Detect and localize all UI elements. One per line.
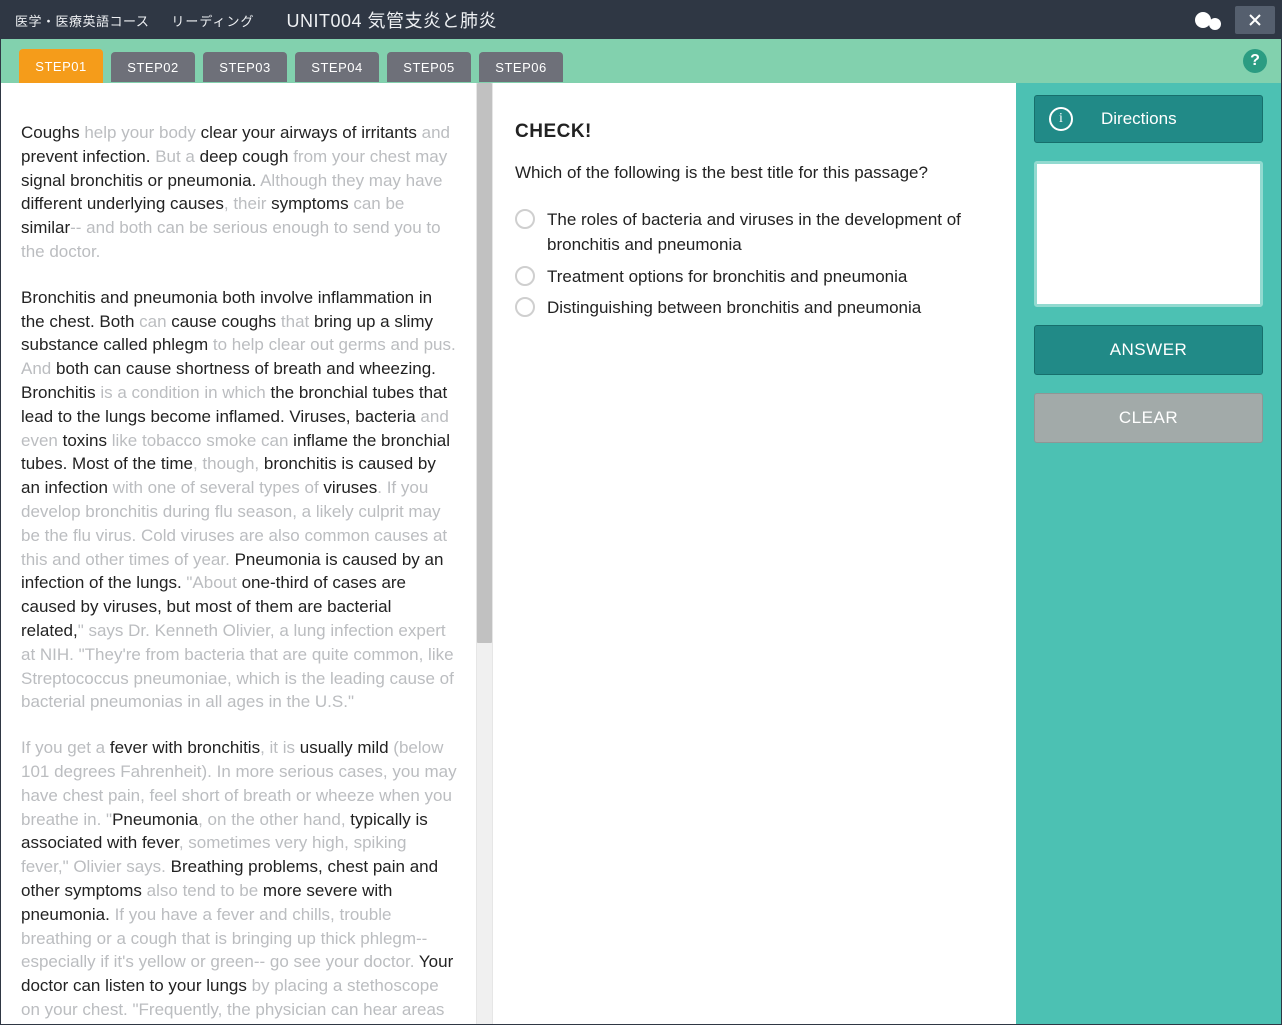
breadcrumb-section: リーディング <box>171 11 254 30</box>
option-1[interactable]: The roles of bacteria and viruses in the… <box>515 207 986 258</box>
tab-step06[interactable]: STEP06 <box>479 52 563 82</box>
tab-step03[interactable]: STEP03 <box>203 52 287 82</box>
option-3[interactable]: Distinguishing between bronchitis and pn… <box>515 295 986 321</box>
option-label: The roles of bacteria and viruses in the… <box>547 207 986 258</box>
radio-icon <box>515 297 535 317</box>
check-heading: CHECK! <box>515 121 986 143</box>
tab-step05[interactable]: STEP05 <box>387 52 471 82</box>
option-label: Distinguishing between bronchitis and pn… <box>547 295 921 321</box>
options-list: The roles of bacteria and viruses in the… <box>515 207 986 321</box>
passage-scrollbar[interactable] <box>476 83 493 1024</box>
page-title: UNIT004 気管支炎と肺炎 <box>286 7 497 33</box>
directions-button[interactable]: i Directions <box>1034 95 1263 143</box>
app-logo-icon <box>1195 7 1221 33</box>
answer-button[interactable]: ANSWER <box>1034 325 1263 375</box>
tab-step02[interactable]: STEP02 <box>111 52 195 82</box>
breadcrumb-course: 医学・医療英語コース <box>15 11 149 30</box>
clear-button[interactable]: CLEAR <box>1034 393 1263 443</box>
option-2[interactable]: Treatment options for bronchitis and pne… <box>515 264 986 290</box>
answer-display-box <box>1034 161 1263 307</box>
passage-panel: Coughs help your body clear your airways… <box>1 83 493 1024</box>
title-bar: 医学・医療英語コース リーディング UNIT004 気管支炎と肺炎 <box>1 1 1281 39</box>
tab-step04[interactable]: STEP04 <box>295 52 379 82</box>
passage-text: Coughs help your body clear your airways… <box>1 83 476 1024</box>
close-icon <box>1249 14 1261 26</box>
radio-icon <box>515 266 535 286</box>
step-tab-bar: STEP01 STEP02 STEP03 STEP04 STEP05 STEP0… <box>1 39 1281 83</box>
option-label: Treatment options for bronchitis and pne… <box>547 264 907 290</box>
directions-label: Directions <box>1101 109 1177 129</box>
radio-icon <box>515 209 535 229</box>
help-button[interactable]: ? <box>1243 49 1267 73</box>
tab-step01[interactable]: STEP01 <box>19 49 103 83</box>
question-panel: CHECK! Which of the following is the bes… <box>493 83 1016 1024</box>
close-button[interactable] <box>1235 6 1275 34</box>
scroll-thumb[interactable] <box>477 83 492 643</box>
question-prompt: Which of the following is the best title… <box>515 161 986 185</box>
info-icon: i <box>1049 107 1073 131</box>
main-content: Coughs help your body clear your airways… <box>1 83 1281 1024</box>
right-sidebar: i Directions ANSWER CLEAR <box>1016 83 1281 1024</box>
